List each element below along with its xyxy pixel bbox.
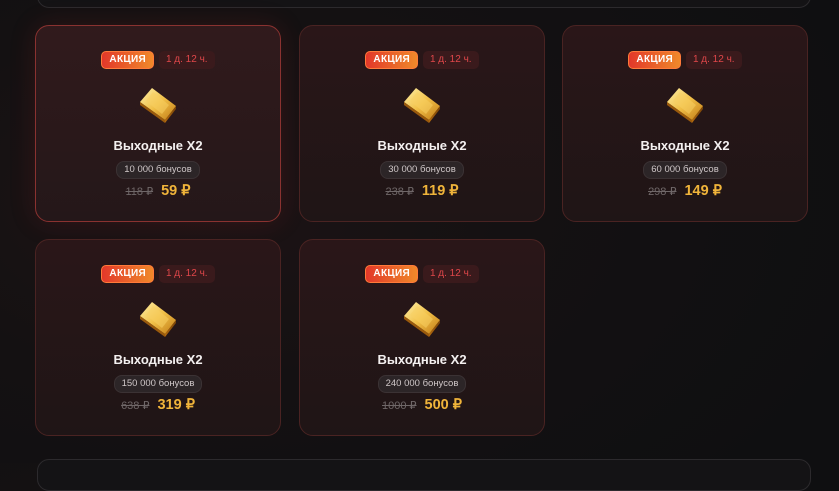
- gold-bar-icon: [667, 88, 703, 123]
- price-row: 238 ₽ 119 ₽: [300, 183, 544, 199]
- timer-badge: 1 д. 12 ч.: [158, 51, 215, 69]
- offer-title: Выходные X2: [113, 352, 203, 367]
- offer-card[interactable]: АКЦИЯ 1 д. 12 ч. Выходные X2 150 000 бон…: [35, 239, 281, 436]
- promo-badge: АКЦИЯ: [101, 265, 154, 283]
- old-price: 238 ₽: [385, 186, 414, 198]
- new-price: 119 ₽: [421, 183, 459, 199]
- old-price: 298 ₽: [648, 186, 677, 198]
- new-price: 149 ₽: [684, 183, 722, 199]
- new-price: 59 ₽: [161, 183, 191, 199]
- old-price: 118 ₽: [125, 186, 154, 198]
- offer-title: Выходные X2: [113, 138, 203, 153]
- promo-badge: АКЦИЯ: [365, 265, 418, 283]
- timer-badge: 1 д. 12 ч.: [158, 265, 215, 283]
- badge-row: АКЦИЯ 1 д. 12 ч.: [36, 265, 280, 283]
- offer-card[interactable]: АКЦИЯ 1 д. 12 ч. Выходные X2 30 000 бону…: [299, 25, 545, 222]
- badge-row: АКЦИЯ 1 д. 12 ч.: [36, 51, 280, 69]
- gold-bar-icon: [404, 88, 440, 123]
- old-price: 638 ₽: [121, 400, 150, 412]
- promo-badge: АКЦИЯ: [101, 51, 154, 69]
- bottom-panel: [37, 459, 811, 491]
- new-price: 319 ₽: [157, 397, 195, 413]
- price-row: 638 ₽ 319 ₽: [36, 397, 280, 413]
- price-row: 298 ₽ 149 ₽: [563, 183, 807, 199]
- bonus-chip: 30 000 бонусов: [380, 161, 464, 179]
- promo-badge: АКЦИЯ: [628, 51, 681, 69]
- promo-badge: АКЦИЯ: [365, 51, 418, 69]
- bonus-chip: 150 000 бонусов: [113, 375, 203, 393]
- gold-bar-icon: [140, 88, 176, 123]
- offer-title: Выходные X2: [377, 138, 467, 153]
- gold-bar-icon: [140, 302, 176, 337]
- price-row: 118 ₽ 59 ₽: [36, 183, 280, 199]
- top-panel: [37, 0, 811, 8]
- bonus-chip: 60 000 бонусов: [643, 161, 727, 179]
- timer-badge: 1 д. 12 ч.: [422, 265, 479, 283]
- offer-title: Выходные X2: [640, 138, 730, 153]
- badge-row: АКЦИЯ 1 д. 12 ч.: [300, 265, 544, 283]
- offer-card[interactable]: АКЦИЯ 1 д. 12 ч. Выходные X2 240 000 бон…: [299, 239, 545, 436]
- timer-badge: 1 д. 12 ч.: [422, 51, 479, 69]
- badge-row: АКЦИЯ 1 д. 12 ч.: [563, 51, 807, 69]
- offer-card[interactable]: АКЦИЯ 1 д. 12 ч. Выходные X2 10 000 бону…: [35, 25, 281, 222]
- price-row: 1000 ₽ 500 ₽: [300, 397, 544, 413]
- offer-card[interactable]: АКЦИЯ 1 д. 12 ч. Выходные X2 60 000 бону…: [562, 25, 808, 222]
- bonus-chip: 240 000 бонусов: [377, 375, 467, 393]
- bonus-chip: 10 000 бонусов: [116, 161, 200, 179]
- timer-badge: 1 д. 12 ч.: [685, 51, 742, 69]
- offer-title: Выходные X2: [377, 352, 467, 367]
- badge-row: АКЦИЯ 1 д. 12 ч.: [300, 51, 544, 69]
- gold-bar-icon: [404, 302, 440, 337]
- old-price: 1000 ₽: [382, 400, 417, 412]
- new-price: 500 ₽: [424, 397, 462, 413]
